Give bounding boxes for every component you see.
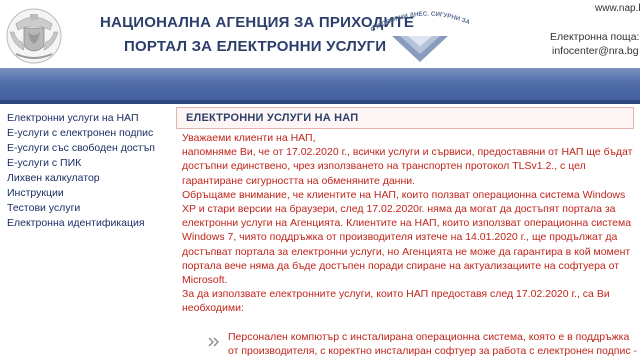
sidebar-nav: Електронни услуги на НАП Е-услуги с елек… bbox=[0, 104, 160, 231]
sidebar: Електронни услуги на НАП Е-услуги с елек… bbox=[0, 104, 160, 360]
double-arrow-bullet-icon bbox=[208, 337, 219, 347]
coat-of-arms-logo[interactable] bbox=[2, 2, 66, 66]
page-title: ЕЛЕКТРОННИ УСЛУГИ НА НАП bbox=[186, 112, 359, 124]
greeting-paragraph: Уважаеми клиенти на НАП, bbox=[182, 132, 316, 144]
sidebar-item-e-identification[interactable]: Електронна идентификация bbox=[0, 216, 160, 231]
site-url[interactable]: www.nap.bg bbox=[595, 3, 640, 14]
tls-notice-paragraph: напомняме Ви, че от 17.02.2020 г., всичк… bbox=[182, 146, 633, 187]
main-content: ЕЛЕКТРОННИ УСЛУГИ НА НАП Уважаеми клиент… bbox=[168, 104, 640, 360]
requirement-pc-text: Персонален компютър с инсталирана операц… bbox=[228, 331, 637, 358]
sidebar-item-free-access[interactable]: Е-услуги със свободен достъп bbox=[0, 141, 160, 156]
requirements-intro-paragraph: За да използвате електронните услуги, ко… bbox=[182, 288, 610, 315]
notice-text: Уважаеми клиенти на НАП, напомняме Ви, ч… bbox=[182, 131, 634, 316]
email-link[interactable]: infocenter@nra.bg bbox=[552, 45, 639, 57]
sidebar-item-pik-services[interactable]: Е-услуги с ПИК bbox=[0, 156, 160, 171]
sidebar-item-test-services[interactable]: Тестови услуги bbox=[0, 201, 160, 216]
sidebar-item-interest-calculator[interactable]: Лихвен калкулатор bbox=[0, 171, 160, 186]
sidebar-item-signature-services[interactable]: Е-услуги с електронен подпис bbox=[0, 126, 160, 141]
section-title-box: ЕЛЕКТРОННИ УСЛУГИ НА НАП bbox=[176, 107, 634, 129]
sidebar-item-instructions[interactable]: Инструкции bbox=[0, 186, 160, 201]
band-shine bbox=[0, 68, 640, 82]
portal-title: ПОРТАЛ ЗА ЕЛЕКТРОННИ УСЛУГИ bbox=[124, 38, 387, 55]
email-label: Електронна поща: bbox=[550, 31, 640, 43]
nap-emblem-logo: ОТГОВОРНИ ДНЕС. СИГУРНИ ЗА УТРЕ bbox=[364, 2, 471, 62]
site-header: НАЦИОНАЛНА АГЕНЦИЯ ЗА ПРИХОДИТЕ ПОРТАЛ З… bbox=[0, 0, 640, 68]
windows-notice-paragraph: Обръщаме внимание, че клиентите на НАП, … bbox=[182, 188, 632, 287]
header-band bbox=[0, 68, 640, 104]
slogan-text: ОТГОВОРНИ ДНЕС. СИГУРНИ ЗА УТРЕ bbox=[364, 2, 471, 34]
svg-text:ОТГОВОРНИ ДНЕС. СИГУРНИ ЗА УТР: ОТГОВОРНИ ДНЕС. СИГУРНИ ЗА УТРЕ bbox=[364, 2, 471, 34]
sidebar-item-nap-services[interactable]: Електронни услуги на НАП bbox=[0, 111, 160, 126]
